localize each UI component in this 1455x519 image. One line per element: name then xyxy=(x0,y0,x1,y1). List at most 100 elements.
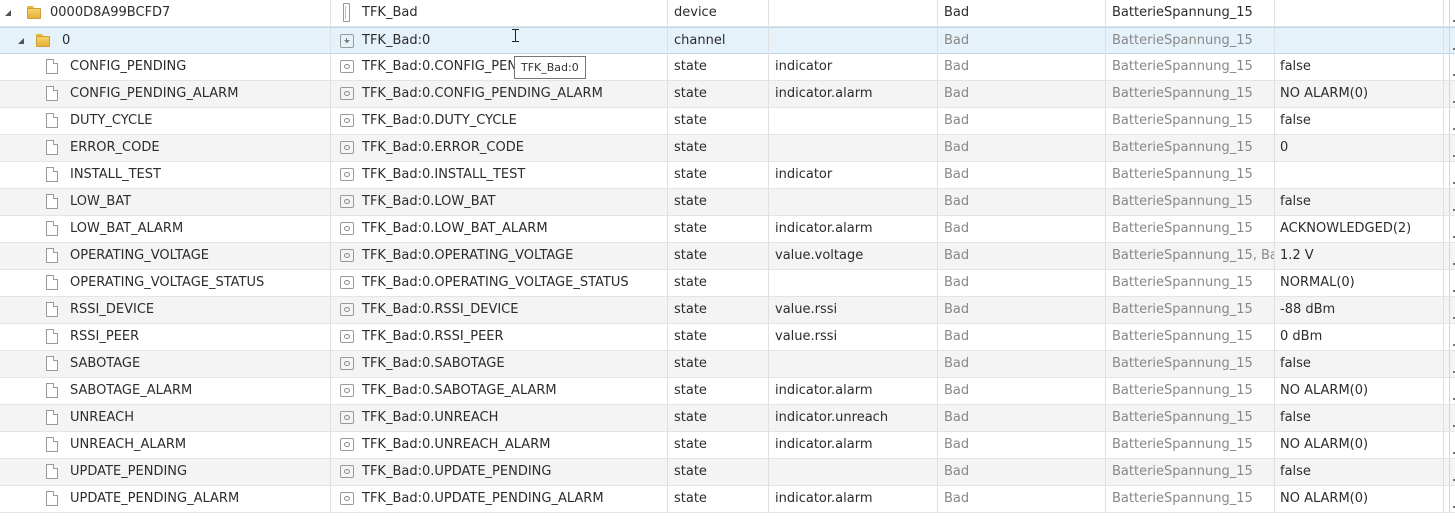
function-cell[interactable]: BatterieSpannung_15 xyxy=(1106,378,1275,404)
id-cell[interactable]: TFK_Bad:0.ERROR_CODE xyxy=(331,135,668,161)
tree-row-state[interactable]: RSSI_PEER TFK_Bad:0.RSSI_PEER state value.r… xyxy=(0,324,1455,351)
id-cell[interactable]: TFK_Bad:0.SABOTAGE_ALARM xyxy=(331,378,668,404)
room-cell[interactable]: Bad xyxy=(938,270,1106,296)
id-cell[interactable]: TFK_Bad:0.LOW_BAT xyxy=(331,189,668,215)
name-cell[interactable]: DUTY_CYCLE xyxy=(0,108,331,134)
name-cell[interactable]: SABOTAGE xyxy=(0,351,331,377)
id-cell[interactable]: TFK_Bad:0.RSSI_PEER xyxy=(331,324,668,350)
tree-row-state[interactable]: LOW_BAT TFK_Bad:0.LOW_BAT state Bad Batterie… xyxy=(0,189,1455,216)
function-cell[interactable]: BatterieSpannung_15 xyxy=(1106,486,1275,512)
id-cell[interactable]: TFK_Bad:0.INSTALL_TEST xyxy=(331,162,668,188)
value-cell[interactable]: 0 dBm xyxy=(1275,324,1444,350)
room-cell[interactable]: Bad xyxy=(938,486,1106,512)
function-cell[interactable]: BatterieSpannung_15 xyxy=(1106,351,1275,377)
name-cell[interactable]: UNREACH xyxy=(0,405,331,431)
name-cell[interactable]: CONFIG_PENDING_ALARM xyxy=(0,81,331,107)
value-cell[interactable]: 0 xyxy=(1275,135,1444,161)
value-cell[interactable]: false xyxy=(1275,351,1444,377)
id-cell[interactable]: TFK_Bad:0.LOW_BAT_ALARM xyxy=(331,216,668,242)
room-cell[interactable]: Bad xyxy=(938,54,1106,80)
value-cell[interactable]: NO ALARM(0) xyxy=(1275,432,1444,458)
function-cell[interactable]: BatterieSpannung_15 xyxy=(1106,135,1275,161)
tree-row-state[interactable]: UPDATE_PENDING_ALARM TFK_Bad:0.UPDATE_PEN… xyxy=(0,486,1455,513)
value-cell[interactable]: false xyxy=(1275,459,1444,485)
value-cell[interactable]: NO ALARM(0) xyxy=(1275,486,1444,512)
id-cell[interactable]: TFK_Bad:0.UNREACH_ALARM xyxy=(331,432,668,458)
id-cell[interactable]: TFK_Bad:0.CONFIG_PENDING_ALARM xyxy=(331,81,668,107)
tree-row-state[interactable]: UNREACH_ALARM TFK_Bad:0.UNREACH_ALARM stat… xyxy=(0,432,1455,459)
value-cell[interactable]: NO ALARM(0) xyxy=(1275,81,1444,107)
room-cell[interactable]: Bad xyxy=(938,243,1106,269)
function-cell[interactable]: BatterieSpannung_15 xyxy=(1106,54,1275,80)
tree-row-state[interactable]: SABOTAGE TFK_Bad:0.SABOTAGE state Bad Batter… xyxy=(0,351,1455,378)
tree-row-state[interactable]: OPERATING_VOLTAGE TFK_Bad:0.OPERATING_VOL… xyxy=(0,243,1455,270)
tree-row-channel[interactable]: 0 TFK_Bad:0 channel Bad BatterieSpannung… xyxy=(0,27,1455,54)
name-cell[interactable]: LOW_BAT xyxy=(0,189,331,215)
room-cell[interactable]: Bad xyxy=(938,0,1106,26)
function-cell[interactable]: BatterieSpannung_15 xyxy=(1106,324,1275,350)
name-cell[interactable]: SABOTAGE_ALARM xyxy=(0,378,331,404)
name-cell[interactable]: INSTALL_TEST xyxy=(0,162,331,188)
room-cell[interactable]: Bad xyxy=(938,459,1106,485)
name-cell[interactable]: CONFIG_PENDING xyxy=(0,54,331,80)
id-cell[interactable]: TFK_Bad:0.UPDATE_PENDING_ALARM xyxy=(331,486,668,512)
name-cell[interactable]: UNREACH_ALARM xyxy=(0,432,331,458)
tree-row-device[interactable]: 0000D8A99BCFD7 TFK_Bad device Bad Batter… xyxy=(0,0,1455,27)
tree-row-state[interactable]: DUTY_CYCLE TFK_Bad:0.DUTY_CYCLE state Bad Ba… xyxy=(0,108,1455,135)
name-cell[interactable]: LOW_BAT_ALARM xyxy=(0,216,331,242)
name-cell[interactable]: ERROR_CODE xyxy=(0,135,331,161)
room-cell[interactable]: Bad xyxy=(938,189,1106,215)
value-cell[interactable] xyxy=(1275,162,1444,188)
tree-row-state[interactable]: UNREACH TFK_Bad:0.UNREACH state indicator.u… xyxy=(0,405,1455,432)
function-cell[interactable]: BatterieSpannung_15 xyxy=(1106,189,1275,215)
function-cell[interactable]: BatterieSpannung_15 xyxy=(1106,432,1275,458)
expand-triangle-icon[interactable] xyxy=(5,10,11,16)
value-cell[interactable]: ACKNOWLEDGED(2) xyxy=(1275,216,1444,242)
id-cell[interactable]: TFK_Bad:0.UPDATE_PENDING xyxy=(331,459,668,485)
room-cell[interactable]: Bad xyxy=(938,162,1106,188)
value-cell[interactable]: NO ALARM(0) xyxy=(1275,378,1444,404)
room-cell[interactable]: Bad xyxy=(938,135,1106,161)
value-cell[interactable]: 1.2 V xyxy=(1275,243,1444,269)
room-cell[interactable]: Bad xyxy=(938,28,1106,54)
tree-row-state[interactable]: LOW_BAT_ALARM TFK_Bad:0.LOW_BAT_ALARM stat… xyxy=(0,216,1455,243)
room-cell[interactable]: Bad xyxy=(938,81,1106,107)
tree-row-state[interactable]: CONFIG_PENDING_ALARM TFK_Bad:0.CONFIG_PEN… xyxy=(0,81,1455,108)
function-cell[interactable]: BatterieSpannung_15 xyxy=(1106,162,1275,188)
function-cell[interactable]: BatterieSpannung_15, Batt xyxy=(1106,243,1275,269)
id-cell[interactable]: TFK_Bad:0.UNREACH xyxy=(331,405,668,431)
name-cell[interactable]: UPDATE_PENDING_ALARM xyxy=(0,486,331,512)
room-cell[interactable]: Bad xyxy=(938,378,1106,404)
tree-row-state[interactable]: RSSI_DEVICE TFK_Bad:0.RSSI_DEVICE state val… xyxy=(0,297,1455,324)
tree-row-state[interactable]: INSTALL_TEST TFK_Bad:0.INSTALL_TEST state i… xyxy=(0,162,1455,189)
room-cell[interactable]: Bad xyxy=(938,351,1106,377)
name-cell[interactable]: OPERATING_VOLTAGE xyxy=(0,243,331,269)
id-cell[interactable]: TFK_Bad:0.OPERATING_VOLTAGE_STATUS xyxy=(331,270,668,296)
tree-row-state[interactable]: ERROR_CODE TFK_Bad:0.ERROR_CODE state Bad Ba… xyxy=(0,135,1455,162)
room-cell[interactable]: Bad xyxy=(938,432,1106,458)
name-cell[interactable]: UPDATE_PENDING xyxy=(0,459,331,485)
function-cell[interactable]: BatterieSpannung_15 xyxy=(1106,297,1275,323)
id-cell[interactable]: TFK_Bad:0.SABOTAGE xyxy=(331,351,668,377)
room-cell[interactable]: Bad xyxy=(938,216,1106,242)
value-cell[interactable] xyxy=(1275,28,1444,54)
id-cell[interactable]: TFK_Bad:0.DUTY_CYCLE xyxy=(331,108,668,134)
value-cell[interactable]: -88 dBm xyxy=(1275,297,1444,323)
function-cell[interactable]: BatterieSpannung_15 xyxy=(1106,28,1275,54)
tree-row-state[interactable]: SABOTAGE_ALARM TFK_Bad:0.SABOTAGE_ALARM st… xyxy=(0,378,1455,405)
function-cell[interactable]: BatterieSpannung_15 xyxy=(1106,216,1275,242)
value-cell[interactable]: false xyxy=(1275,189,1444,215)
tree-row-state[interactable]: CONFIG_PENDING TFK_Bad:0.CONFIG_PENDING st… xyxy=(0,54,1455,81)
name-cell[interactable]: 0000D8A99BCFD7 xyxy=(0,0,331,26)
function-cell[interactable]: BatterieSpannung_15 xyxy=(1106,108,1275,134)
id-cell[interactable]: TFK_Bad:0.OPERATING_VOLTAGE xyxy=(331,243,668,269)
room-cell[interactable]: Bad xyxy=(938,324,1106,350)
room-cell[interactable]: Bad xyxy=(938,405,1106,431)
id-cell[interactable]: TFK_Bad:0.CONFIG_PENDING xyxy=(331,54,668,80)
value-cell[interactable]: NORMAL(0) xyxy=(1275,270,1444,296)
function-cell[interactable]: BatterieSpannung_15 xyxy=(1106,405,1275,431)
function-cell[interactable]: BatterieSpannung_15 xyxy=(1106,0,1275,26)
id-cell[interactable]: TFK_Bad:0 xyxy=(331,28,668,54)
function-cell[interactable]: BatterieSpannung_15 xyxy=(1106,81,1275,107)
id-cell[interactable]: TFK_Bad:0.RSSI_DEVICE xyxy=(331,297,668,323)
